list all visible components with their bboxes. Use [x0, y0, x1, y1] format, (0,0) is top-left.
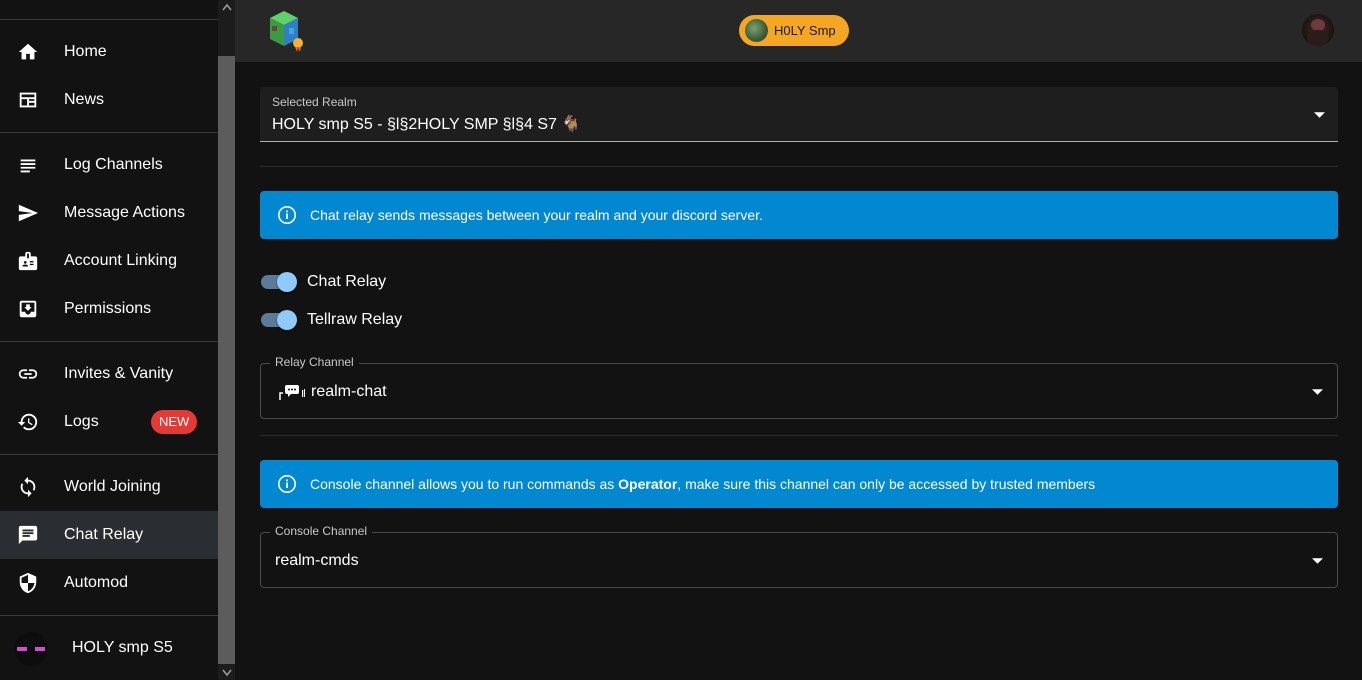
sidebar-divider [0, 132, 218, 133]
sidebar-item-log-channels[interactable]: Log Channels [0, 141, 218, 189]
sidebar-item-label: Account Linking [64, 252, 177, 269]
sidebar: Home News Log Channels Message Actions A… [0, 0, 218, 680]
scroll-up-icon[interactable] [218, 0, 235, 14]
relay-channel-value: realm-chat [311, 383, 387, 400]
sidebar-item-label: News [64, 91, 105, 108]
info-icon [277, 474, 297, 494]
console-channel-select[interactable]: Console Channel realm-cmds [260, 524, 1338, 588]
console-info-before: Console channel allows you to run comman… [310, 476, 619, 492]
app-logo[interactable] [262, 8, 306, 52]
chat-relay-toggle[interactable] [261, 270, 299, 294]
relay-channel-label: Relay Channel [270, 355, 359, 369]
console-info-bold: Operator [618, 476, 678, 492]
realm-chip[interactable]: H0LY Smp [739, 15, 849, 46]
user-avatar[interactable] [1302, 14, 1334, 46]
console-info-after: , make sure this channel can only be acc… [677, 476, 1096, 492]
selected-realm-value: HOLY smp S5 - §l§2HOLY SMP §l§4 S7 🐐 [272, 116, 582, 133]
sidebar-item-label: Chat Relay [64, 526, 144, 543]
info-icon [277, 205, 297, 225]
sidebar-item-label: Permissions [64, 300, 152, 317]
console-channel-label: Console Channel [270, 524, 373, 538]
link-icon [17, 363, 39, 385]
console-channel-value: realm-cmds [275, 552, 359, 569]
shield-icon [17, 572, 39, 594]
selected-realm-label: Selected Realm [272, 95, 357, 109]
toggle-thumb [277, 272, 297, 292]
sidebar-item-label: Log Channels [64, 156, 163, 173]
inbox-icon [17, 298, 39, 320]
toggle-thumb [277, 310, 297, 330]
badge-icon [17, 250, 39, 272]
sidebar-item-label: Logs [64, 413, 99, 430]
section-divider [260, 166, 1338, 167]
sidebar-item-label: Invites & Vanity [64, 365, 174, 382]
tellraw-relay-toggle[interactable] [261, 308, 299, 332]
realm-chip-label: H0LY Smp [774, 23, 836, 38]
sync-icon [17, 476, 39, 498]
list-icon [17, 154, 39, 176]
sidebar-item-permissions[interactable]: Permissions [0, 285, 218, 333]
sidebar-item-news[interactable]: News [0, 76, 218, 124]
sidebar-item-label: Automod [64, 574, 129, 591]
chevron-down-icon [1314, 112, 1325, 118]
chevron-down-icon [1312, 558, 1323, 564]
chat-icon [17, 524, 39, 546]
new-badge: NEW [151, 410, 198, 434]
console-info-alert: Console channel allows you to run comman… [260, 460, 1338, 508]
tellraw-relay-label: Tellraw Relay [307, 311, 403, 328]
relay-channel-value-wrap: realm-chat [275, 383, 387, 401]
scroll-down-icon[interactable] [218, 666, 235, 680]
relay-channel-select[interactable]: Relay Channel realm-chat [260, 355, 1338, 419]
sidebar-divider [0, 615, 218, 616]
realm-chip-avatar [745, 19, 768, 42]
sidebar-item-message-actions[interactable]: Message Actions [0, 189, 218, 237]
sidebar-item-home[interactable]: Home [0, 28, 218, 76]
sidebar-item-label: World Joining [64, 478, 161, 495]
sidebar-item-automod[interactable]: Automod [0, 559, 218, 607]
channel-chat-icon [275, 383, 305, 401]
relay-info-alert: Chat relay sends messages between your r… [260, 191, 1338, 239]
sidebar-item-world-joining[interactable]: World Joining [0, 463, 218, 511]
sidebar-divider [0, 19, 218, 20]
chevron-down-icon [1312, 389, 1323, 395]
sidebar-item-label: Message Actions [64, 204, 185, 221]
selected-realm-select[interactable]: Selected Realm HOLY smp S5 - §l§2HOLY SM… [260, 87, 1338, 142]
sidebar-realm-label: HOLY smp S5 [72, 639, 173, 656]
section-divider [260, 435, 1338, 436]
sidebar-item-account-linking[interactable]: Account Linking [0, 237, 218, 285]
console-info-text: Console channel allows you to run comman… [310, 476, 1095, 492]
relay-info-text: Chat relay sends messages between your r… [310, 207, 763, 223]
home-icon [17, 41, 39, 63]
history-icon [17, 411, 39, 433]
sidebar-item-label: Home [64, 43, 107, 60]
news-icon [17, 89, 39, 111]
send-icon [17, 202, 39, 224]
chat-relay-label: Chat Relay [307, 273, 387, 290]
sidebar-item-chat-relay[interactable]: Chat Relay [0, 511, 218, 559]
realm-avatar [14, 632, 48, 666]
sidebar-item-logs[interactable]: Logs NEW [0, 398, 218, 446]
sidebar-divider [0, 341, 218, 342]
sidebar-divider [0, 454, 218, 455]
sidebar-realm-selector[interactable]: HOLY smp S5 [0, 624, 218, 672]
scrollbar-thumb[interactable] [218, 56, 235, 664]
sidebar-item-invites-vanity[interactable]: Invites & Vanity [0, 350, 218, 398]
